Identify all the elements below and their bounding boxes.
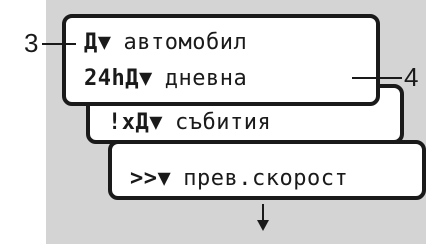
- display-screen-overspeed: >>▼ прев.скорост: [108, 140, 426, 200]
- down-arrow-icon: [257, 204, 269, 231]
- callout-leader-3: [42, 43, 76, 45]
- callout-number-4: 4: [404, 62, 419, 92]
- menu-line-events: !xД▼ събития: [108, 108, 271, 136]
- callout-number-3: 3: [24, 28, 39, 58]
- menu-line-overspeed: >>▼ прев.скорост: [130, 164, 348, 192]
- menu-line-daily: 24hД▼ дневна: [84, 64, 247, 92]
- overspeed-symbol: >>▼: [130, 165, 172, 191]
- vehicle-label: автомобил: [123, 29, 248, 55]
- daily-label: дневна: [164, 65, 248, 91]
- daily-symbol: 24hД▼: [84, 65, 153, 91]
- display-screen-main: Д▼ автомобил 24hД▼ дневна: [62, 14, 380, 106]
- events-label: събития: [174, 109, 272, 135]
- events-symbol: !xД▼: [108, 109, 163, 135]
- overspeed-label: прев.скорост: [183, 165, 349, 191]
- menu-line-vehicle: Д▼ автомобил: [84, 28, 247, 56]
- callout-leader-4: [352, 77, 402, 79]
- menu-diagram: >>▼ прев.скорост !xД▼ събития Д▼ автомоб…: [0, 0, 445, 244]
- vehicle-symbol: Д▼: [84, 29, 112, 55]
